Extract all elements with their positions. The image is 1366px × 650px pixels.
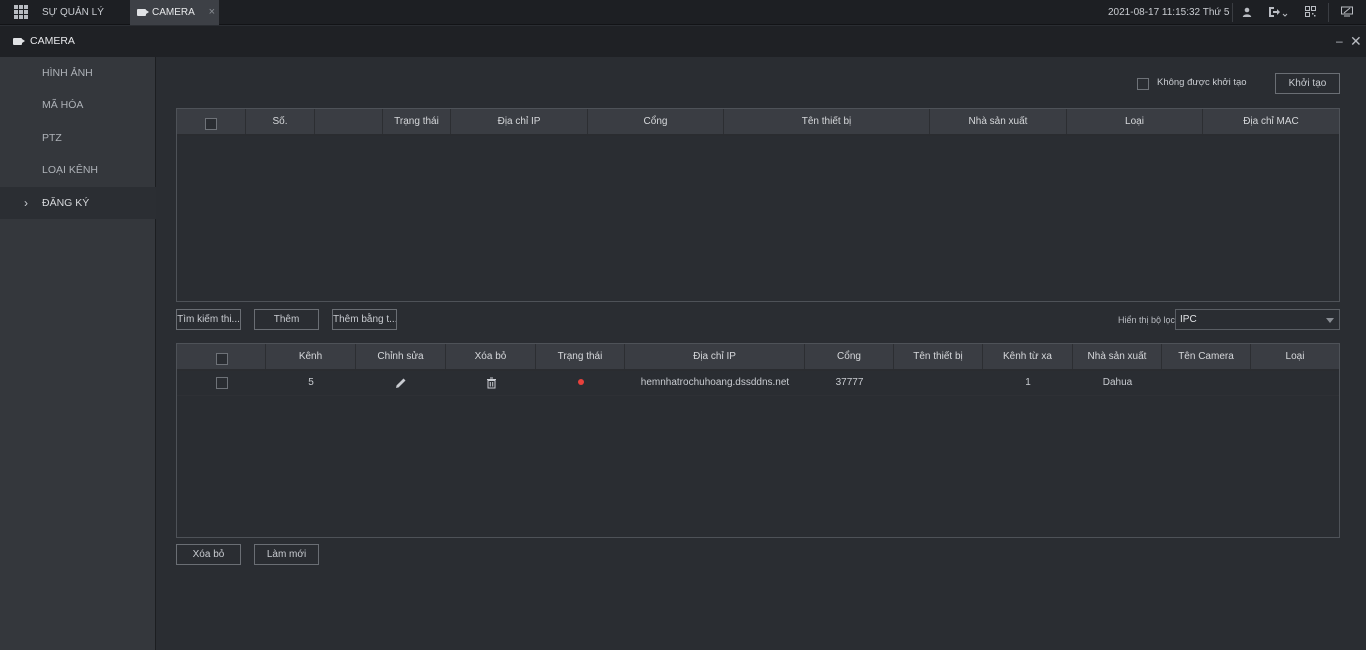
remote-channel-cell: 1 [1025,377,1031,388]
column-header[interactable]: Kênh [266,344,356,369]
qrcode-icon[interactable] [1303,0,1317,25]
minimize-button[interactable]: – [1336,26,1343,57]
select-all-checkbox[interactable] [205,118,217,130]
sidebar-item-ptz[interactable]: PTZ [0,122,156,154]
column-header [315,109,383,134]
device-search-table: Số. Trạng thái Địa chỉ IP Cổng Tên thiết… [176,108,1340,302]
divider [1232,3,1233,22]
chevron-down-icon [1326,318,1334,323]
column-header[interactable]: Địa chỉ IP [451,109,588,134]
column-header[interactable]: Loại [1251,344,1339,369]
delete-row-button[interactable] [446,371,536,395]
added-camera-table: Kênh Chỉnh sửa Xóa bỏ Trạng thái Địa chỉ… [176,343,1340,538]
close-button[interactable]: ✕ [1350,26,1362,57]
column-header: Chỉnh sửa [356,344,446,369]
edit-button[interactable] [356,371,446,395]
sidebar-item-label: LOẠI KÊNH [42,164,99,176]
refresh-button[interactable]: Làm mới [254,544,319,565]
divider [1328,3,1329,22]
chevron-right-icon: › [24,196,28,210]
apps-grid-icon[interactable] [14,5,28,19]
logout-icon[interactable] [1266,0,1290,25]
uninitialized-checkbox[interactable] [1137,78,1149,90]
column-header[interactable]: Loại [1067,109,1203,134]
column-header[interactable]: Trạng thái [383,109,451,134]
sidebar-item-label: MÃ HÓA [42,99,84,111]
table-row[interactable]: 5 hemnhatrochuhoang.dssddns.net 37777 1 … [177,371,1339,395]
column-header[interactable]: Cổng [805,344,894,369]
top-bar: SỰ QUẢN LÝ CAMERA × 2021-08-17 11:15:32 … [0,0,1366,25]
camera-name-cell [1162,371,1251,395]
filter-label: Hiển thị bộ lọc [1118,315,1176,325]
sidebar-item-encode[interactable]: MÃ HÓA [0,89,156,121]
column-header[interactable]: Nhà sản xuất [930,109,1067,134]
column-header[interactable]: Địa chỉ MAC [1203,109,1339,134]
sidebar-item-label: ĐĂNG KÝ [42,197,90,209]
tab-camera[interactable]: CAMERA × [130,0,219,25]
table-scroll-area[interactable] [177,395,1339,537]
select-all-cell [177,109,246,134]
sidebar-item-label: HÌNH ẢNH [42,67,93,79]
sidebar: HÌNH ẢNH MÃ HÓA PTZ LOẠI KÊNH › ĐĂNG KÝ [0,57,156,650]
column-header[interactable]: Kênh từ xa [983,344,1073,369]
sidebar-item-image[interactable]: HÌNH ẢNH [0,57,156,89]
column-header[interactable]: Tên thiết bị [894,344,983,369]
filter-select-value: IPC [1180,314,1197,325]
column-header[interactable]: Tên thiết bị [724,109,930,134]
window-title: CAMERA [30,35,75,47]
sidebar-item-channel-type[interactable]: LOẠI KÊNH [0,154,156,186]
status-dot-icon [577,379,584,386]
uninitialized-label: Không được khởi tạo [1157,77,1247,88]
type-cell [1251,371,1339,395]
select-all-cell [177,344,266,369]
column-header[interactable]: Số. [246,109,315,134]
manufacturer-cell: Dahua [1102,377,1133,388]
device-search-button[interactable]: Tìm kiếm thi... [176,309,241,330]
tab-close-icon[interactable]: × [209,0,215,25]
column-header: Xóa bỏ [446,344,536,369]
column-header[interactable]: Tên Camera [1162,344,1251,369]
datetime-display: 2021-08-17 11:15:32 Thứ 5 [1108,7,1230,18]
camera-icon [137,9,149,16]
column-header[interactable]: Cổng [588,109,724,134]
initialize-button[interactable]: Khởi tạo [1275,73,1340,94]
table-header: Kênh Chỉnh sửa Xóa bỏ Trạng thái Địa chỉ… [177,344,1339,371]
status-cell [536,371,625,395]
delete-button[interactable]: Xóa bỏ [176,544,241,565]
tab-management[interactable]: SỰ QUẢN LÝ [42,0,104,25]
port-cell: 37777 [835,377,864,388]
sidebar-item-registration[interactable]: › ĐĂNG KÝ [0,187,156,219]
monitor-icon[interactable] [1340,0,1354,25]
tab-camera-label: CAMERA [152,7,195,18]
trash-icon [486,377,496,389]
column-header[interactable]: Trạng thái [536,344,625,369]
manual-add-button[interactable]: Thêm bằng t... [332,309,397,330]
window-title-bar: CAMERA – ✕ [0,26,1366,57]
select-all-checkbox[interactable] [216,353,228,365]
user-icon[interactable] [1240,0,1254,25]
sidebar-item-label: PTZ [42,132,62,144]
column-header[interactable]: Nhà sản xuất [1073,344,1162,369]
camera-icon [13,38,25,45]
row-checkbox[interactable] [216,377,228,389]
channel-cell: 5 [308,377,314,388]
table-header: Số. Trạng thái Địa chỉ IP Cổng Tên thiết… [177,109,1339,136]
add-button[interactable]: Thêm [254,309,319,330]
device-name-cell [894,371,983,395]
pencil-icon [396,378,406,388]
column-header[interactable]: Địa chỉ IP [625,344,805,369]
filter-select[interactable]: IPC [1175,309,1340,330]
ip-cell: hemnhatrochuhoang.dssddns.net [640,377,790,388]
